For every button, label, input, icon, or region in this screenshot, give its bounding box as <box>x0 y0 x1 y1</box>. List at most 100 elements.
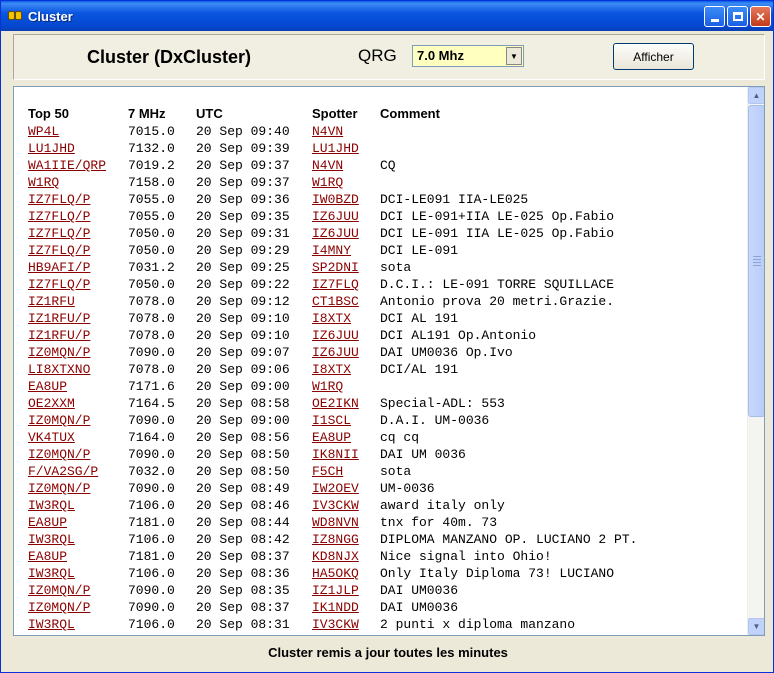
comment-cell: tnx for 40m. 73 <box>380 515 498 530</box>
spotter-link-wrap: W1RQ <box>312 175 343 190</box>
callsign-link[interactable]: IZ0MQN/P <box>28 481 90 496</box>
callsign-link[interactable]: IZ7FLQ/P <box>28 226 90 241</box>
spotter-link[interactable]: IZ7FLQ <box>312 277 359 292</box>
spotter-link[interactable]: CT1BSC <box>312 294 359 309</box>
callsign-link[interactable]: IW3RQL <box>28 566 75 581</box>
spotter-link[interactable]: I8XTX <box>312 362 351 377</box>
grip-line <box>753 259 761 260</box>
callsign-link[interactable]: LI8XTXNO <box>28 362 90 377</box>
callsign-link[interactable]: IZ0MQN/P <box>28 583 90 598</box>
spotter-link[interactable]: IZ6JUU <box>312 226 359 241</box>
spotter-link[interactable]: WD8NVN <box>312 515 359 530</box>
spotter-link[interactable]: SP2DNI <box>312 260 359 275</box>
spotter-link[interactable]: W1RQ <box>312 379 343 394</box>
callsign-link[interactable]: WP4L <box>28 124 59 139</box>
time-cell: 20 Sep 09:22 <box>196 277 290 292</box>
title-bar[interactable]: Cluster ✕ <box>1 1 773 31</box>
spotter-link[interactable]: IZ6JUU <box>312 328 359 343</box>
spotter-link[interactable]: F5CH <box>312 464 343 479</box>
spotter-link[interactable]: IW2OEV <box>312 481 359 496</box>
callsign-link[interactable]: IW3RQL <box>28 617 75 632</box>
callsign-link[interactable]: IZ1RFU <box>28 294 75 309</box>
spotter-link-wrap: CT1BSC <box>312 294 359 309</box>
spotter-link[interactable]: I4MNY <box>312 243 351 258</box>
scroll-up-button[interactable]: ▲ <box>748 87 764 104</box>
callsign-link[interactable]: IZ0MQN/P <box>28 447 90 462</box>
time-cell: 20 Sep 08:37 <box>196 549 290 564</box>
callsign-link[interactable]: WA1IIE/QRP <box>28 158 106 173</box>
spotter-link[interactable]: IK8NII <box>312 447 359 462</box>
table-row: WP4L 7015.0 20 Sep 09:40 N4VN <box>14 123 747 140</box>
chevron-down-icon[interactable]: ▼ <box>506 47 522 65</box>
spotter-link[interactable]: IV3CKW <box>312 617 359 632</box>
maximize-button[interactable] <box>727 6 748 27</box>
callsign-link[interactable]: EA8UP <box>28 549 67 564</box>
callsign-link[interactable]: EA8UP <box>28 379 67 394</box>
callsign-link[interactable]: IZ7FLQ/P <box>28 192 90 207</box>
spotter-link[interactable]: IK1NDD <box>312 600 359 615</box>
callsign-link[interactable]: IW3RQL <box>28 532 75 547</box>
spotter-link[interactable]: I8XTX <box>312 311 351 326</box>
spotter-link-wrap: KD8NJX <box>312 549 359 564</box>
frequency-cell: 7050.0 <box>128 226 175 241</box>
spotter-link[interactable]: IV3CKW <box>312 498 359 513</box>
spotter-link[interactable]: N4VN <box>312 158 343 173</box>
spotter-link-wrap: I4MNY <box>312 243 351 258</box>
callsign-link[interactable]: IZ0MQN/P <box>28 345 90 360</box>
table-row: VK4TUX 7164.0 20 Sep 08:56 EA8UP cq cq <box>14 429 747 446</box>
frequency-cell: 7090.0 <box>128 600 175 615</box>
callsign-link[interactable]: IW3RQL <box>28 498 75 513</box>
callsign-link[interactable]: IZ1RFU/P <box>28 328 90 343</box>
spotter-link[interactable]: IW0BZD <box>312 192 359 207</box>
callsign-link[interactable]: F/VA2SG/P <box>28 464 98 479</box>
qrg-select[interactable]: 7.0 Mhz ▼ <box>412 45 524 67</box>
callsign-link[interactable]: IZ7FLQ/P <box>28 209 90 224</box>
callsign-link-wrap: IZ7FLQ/P <box>28 243 90 258</box>
spotter-link[interactable]: LU1JHD <box>312 141 359 156</box>
comment-cell: DCI/AL 191 <box>380 362 459 377</box>
comment-cell: Special-ADL: 553 <box>380 396 505 411</box>
minimize-button[interactable] <box>704 6 725 27</box>
frequency-cell: 7078.0 <box>128 328 175 343</box>
callsign-link[interactable]: IZ7FLQ/P <box>28 243 90 258</box>
vertical-scrollbar[interactable]: ▲ ▼ <box>747 87 764 635</box>
spotter-link[interactable]: KD8NJX <box>312 549 359 564</box>
time-cell: 20 Sep 08:50 <box>196 464 290 479</box>
spotter-link[interactable]: I1SCL <box>312 413 351 428</box>
spotter-link[interactable]: OE2IKN <box>312 396 359 411</box>
spotter-link[interactable]: N4VN <box>312 124 343 139</box>
callsign-link[interactable]: HB9AFI/P <box>28 260 90 275</box>
header-time: UTC <box>196 106 223 121</box>
callsign-link-wrap: IZ0MQN/P <box>28 481 90 496</box>
spotter-link[interactable]: IZ6JUU <box>312 345 359 360</box>
spotter-link[interactable]: HA5OKQ <box>312 566 359 581</box>
spotter-link[interactable]: IZ8NGG <box>312 532 359 547</box>
scroll-down-button[interactable]: ▼ <box>748 618 764 635</box>
callsign-link[interactable]: IZ7FLQ/P <box>28 277 90 292</box>
time-cell: 20 Sep 08:50 <box>196 447 290 462</box>
callsign-link-wrap: EA8UP <box>28 379 67 394</box>
spotter-link[interactable]: IZ6JUU <box>312 209 359 224</box>
frequency-cell: 7090.0 <box>128 583 175 598</box>
frequency-cell: 7106.0 <box>128 617 175 632</box>
callsign-link[interactable]: LU1JHD <box>28 141 75 156</box>
callsign-link[interactable]: OE2XXM <box>28 396 75 411</box>
callsign-link[interactable]: IZ1RFU/P <box>28 311 90 326</box>
frequency-cell: 7055.0 <box>128 192 175 207</box>
afficher-button[interactable]: Afficher <box>613 43 694 70</box>
callsign-link[interactable]: IZ0MQN/P <box>28 600 90 615</box>
spotter-link[interactable]: IZ1JLP <box>312 583 359 598</box>
time-cell: 20 Sep 09:29 <box>196 243 290 258</box>
callsign-link[interactable]: VK4TUX <box>28 430 75 445</box>
spotter-link[interactable]: W1RQ <box>312 175 343 190</box>
callsign-link[interactable]: W1RQ <box>28 175 59 190</box>
scroll-thumb[interactable] <box>748 105 764 417</box>
cluster-window: Cluster ✕ Cluster (DxCluster) QRG 7.0 Mh… <box>0 0 774 673</box>
comment-cell: Only Italy Diploma 73! LUCIANO <box>380 566 615 581</box>
spotter-link[interactable]: EA8UP <box>312 430 351 445</box>
close-button[interactable]: ✕ <box>750 6 771 27</box>
callsign-link[interactable]: EA8UP <box>28 515 67 530</box>
callsign-link[interactable]: IZ0MQN/P <box>28 413 90 428</box>
callsign-link-wrap: WA1IIE/QRP <box>28 158 106 173</box>
header-freq: 7 MHz <box>128 106 166 121</box>
